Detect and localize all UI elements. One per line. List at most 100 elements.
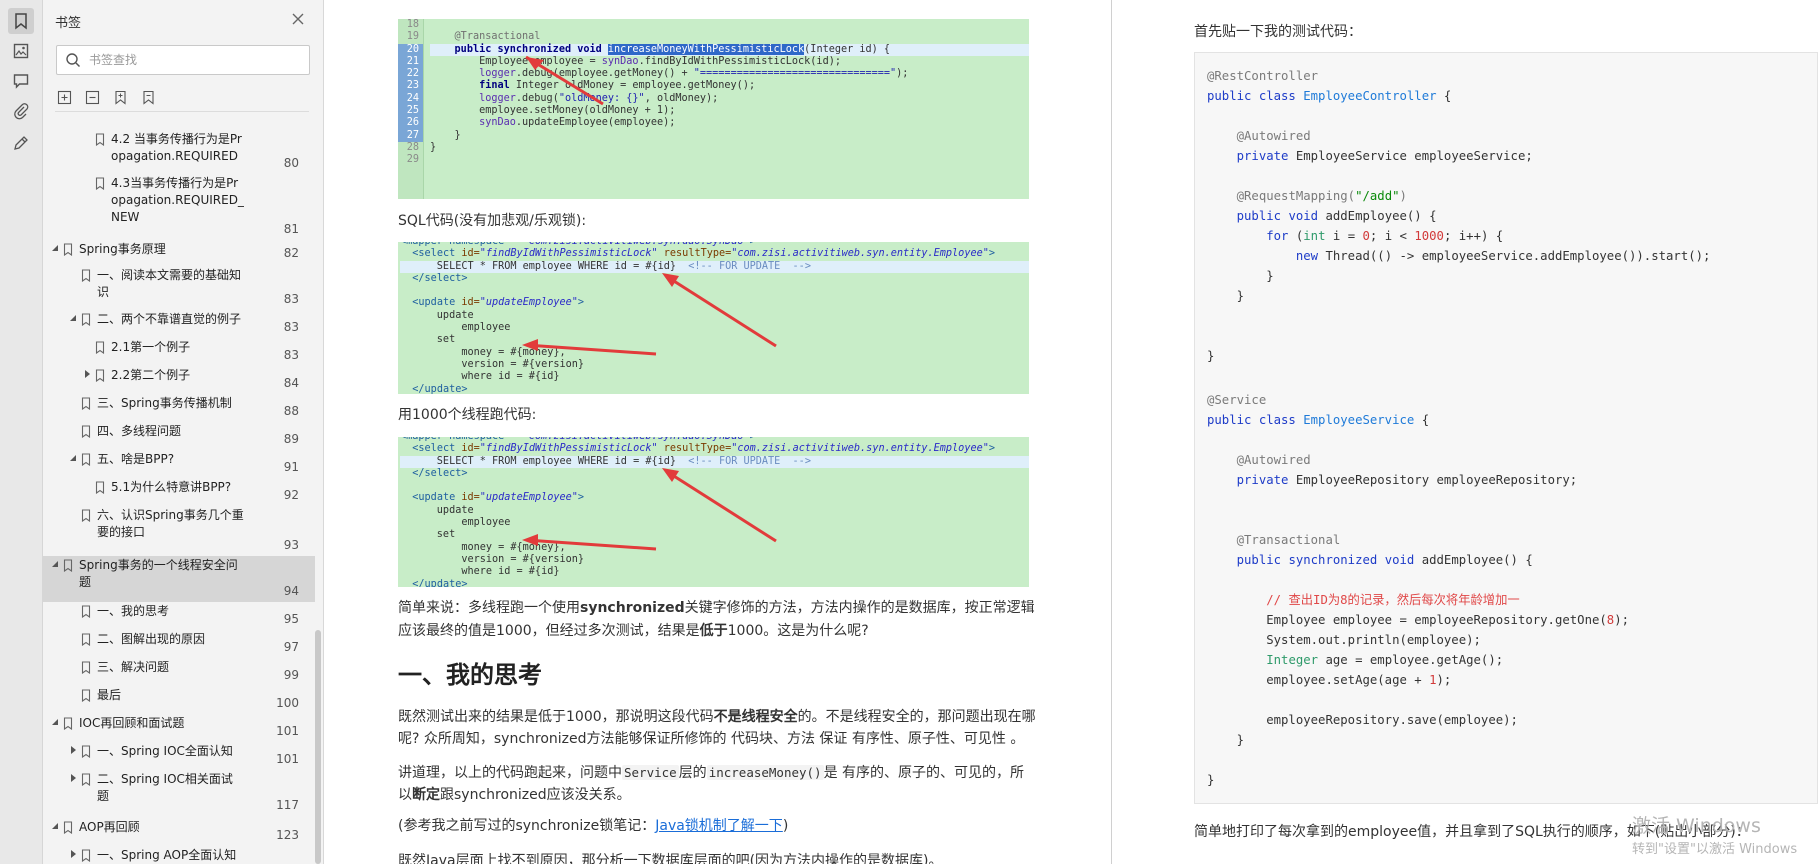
bookmark-icon xyxy=(63,559,73,572)
expand-arrow-icon[interactable] xyxy=(51,718,59,726)
expand-arrow-icon[interactable] xyxy=(69,314,77,322)
bookmark-item-label: Spring事务的一个线程安全问 题 xyxy=(79,558,238,589)
bookmark-item[interactable]: Spring事务原理 82 xyxy=(43,240,315,264)
bookmark-item[interactable]: 三、解决问题 99 xyxy=(43,658,315,686)
bookmark-panel: 书签 4.2 当事务传播行为是Pr opagation.REQUIRED804.… xyxy=(43,0,324,864)
paragraph-reference: (参考我之前写过的synchronize锁笔记：Java锁机制了解一下) xyxy=(398,818,789,834)
bookmark-item[interactable]: Spring事务的一个线程安全问 题 94 xyxy=(43,556,315,602)
attachments-panel-button[interactable] xyxy=(8,98,34,124)
bookmark-item[interactable]: 4.2 当事务传播行为是Pr opagation.REQUIRED 80 xyxy=(43,130,315,174)
bookmark-item-label: 2.1第一个例子 xyxy=(111,340,191,354)
java-lock-link[interactable]: Java锁机制了解一下 xyxy=(655,818,783,834)
bookmark-icon xyxy=(81,269,91,282)
bookmark-panel-title: 书签 xyxy=(55,16,82,31)
bookmark-item-page: 95 xyxy=(283,612,299,626)
bookmark-item[interactable]: 一、Spring IOC全面认知 101 xyxy=(43,742,315,770)
bookmark-item-page: 83 xyxy=(283,292,299,306)
thumbnail-icon xyxy=(13,43,29,59)
bookmark-panel-button[interactable] xyxy=(8,8,34,34)
bookmark-item[interactable]: 最后 100 xyxy=(43,686,315,714)
paragraph-thinking-line2: 呢? 众所周知，synchronized方法能够保证所修饰的 代码块、方法 保证… xyxy=(398,731,1025,747)
bookmark-item[interactable]: 4.3当事务传播行为是Pr opagation.REQUIRED_ NEW 81 xyxy=(43,174,315,240)
bookmark-item[interactable]: AOP再回顾 123 xyxy=(43,818,315,846)
paragraph-summary: 简单来说：多线程跑一个使用synchronized关键字修饰的方法，方法内操作的… xyxy=(398,600,1035,616)
comment-icon xyxy=(13,74,29,89)
collapse-all-button[interactable] xyxy=(83,88,101,106)
bookmark-item[interactable]: 二、Spring IOC相关面试 题 117 xyxy=(43,770,315,816)
bookmark-item-page: 89 xyxy=(283,432,299,446)
bookmark-item-page: 91 xyxy=(283,460,299,474)
bookmark-icon xyxy=(81,849,91,862)
expand-arrow-icon[interactable] xyxy=(51,822,59,830)
bookmark-item-label: 四、多线程问题 xyxy=(97,424,182,438)
section-heading: 一、我的思考 xyxy=(398,661,542,689)
bookmark-item-page: 88 xyxy=(283,404,299,418)
bookmark-item[interactable]: IOC再回顾和面试题 101 xyxy=(43,714,315,742)
thumbnail-panel-button[interactable] xyxy=(8,38,34,64)
bookmark-item[interactable]: 2.1第一个例子 83 xyxy=(43,338,315,366)
signature-panel-button[interactable] xyxy=(8,130,34,156)
bookmark-icon xyxy=(81,509,91,522)
bookmark-item[interactable]: 2.2第二个例子 84 xyxy=(43,366,315,394)
bookmark-item[interactable]: 六、认识Spring事务几个重 要的接口 93 xyxy=(43,506,315,556)
bookmark-item[interactable]: 四、多线程问题 89 xyxy=(43,422,315,450)
bookmark-item-label: 三、Spring事务传播机制 xyxy=(97,396,232,410)
bookmark-item-page: 81 xyxy=(283,222,299,236)
add-bookmark-button[interactable] xyxy=(111,88,129,106)
red-arrow xyxy=(522,273,777,356)
bookmark-item[interactable]: 二、图解出现的原因 97 xyxy=(43,630,315,658)
comments-panel-button[interactable] xyxy=(8,68,34,94)
bookmark-icon xyxy=(15,13,27,30)
expand-arrow-icon[interactable] xyxy=(51,244,59,252)
bookmark-icon xyxy=(63,243,73,256)
add-bookmark-icon xyxy=(114,90,126,105)
bookmark-item-label: 三、解决问题 xyxy=(97,660,170,674)
collapse-all-icon xyxy=(85,90,99,104)
bookmark-icon xyxy=(95,177,105,190)
bookmark-item-page: 97 xyxy=(283,640,299,654)
expand-arrow-icon[interactable] xyxy=(51,560,59,568)
bookmark-icon xyxy=(81,689,91,702)
bookmark-item-label: Spring事务原理 xyxy=(79,242,166,256)
collapsed-arrow-icon[interactable] xyxy=(69,746,77,754)
bookmark-item-page: 117 xyxy=(276,798,299,812)
bookmark-item[interactable]: 一、Spring AOP全面认知 xyxy=(43,846,315,864)
bookmark-icon xyxy=(81,605,91,618)
bookmark-item-page: 100 xyxy=(276,696,299,710)
bookmark-item-label: 2.2第二个例子 xyxy=(111,368,191,382)
bookmark-item-label: IOC再回顾和面试题 xyxy=(79,716,185,730)
bookmark-item-page: 83 xyxy=(283,320,299,334)
sql-mapper-screenshot-2: <mapper namespace = "com.zisi.activitiwe… xyxy=(398,437,1029,587)
collapsed-arrow-icon[interactable] xyxy=(69,850,77,858)
bookmark-item[interactable]: 一、我的思考 95 xyxy=(43,602,315,630)
bookmark-icon xyxy=(81,661,91,674)
collapsed-arrow-icon[interactable] xyxy=(69,774,77,782)
bookmark-scrollbar[interactable] xyxy=(315,630,321,864)
expand-all-button[interactable] xyxy=(55,88,73,106)
expand-arrow-icon[interactable] xyxy=(69,454,77,462)
paragraph-reasoning: 讲道理，以上的代码跑起来，问题中 Service 层的 increaseMoney()… xyxy=(398,765,1025,781)
bookmark-icon xyxy=(81,633,91,646)
bookmark-item[interactable]: 5.1为什么特意讲BPP? 92 xyxy=(43,478,315,506)
bookmark-icon xyxy=(63,821,73,834)
bookmark-search-box[interactable] xyxy=(56,45,310,75)
bookmark-icon xyxy=(63,717,73,730)
bookmark-item-page: 99 xyxy=(283,668,299,682)
red-arrow xyxy=(522,468,777,551)
bookmark-item-label: 一、阅读本文需要的基础知 识 xyxy=(97,268,242,299)
bookmark-item-page: 101 xyxy=(276,752,299,766)
bookmark-item[interactable]: 五、啥是BPP? 91 xyxy=(43,450,315,478)
delete-bookmark-button[interactable] xyxy=(139,88,157,106)
bookmark-item-page: 92 xyxy=(283,488,299,502)
collapsed-arrow-icon[interactable] xyxy=(83,370,91,378)
bookmark-item[interactable]: 二、两个不靠谱直觉的例子 83 xyxy=(43,310,315,338)
bookmark-item[interactable]: 三、Spring事务传播机制 88 xyxy=(43,394,315,422)
bookmark-item[interactable]: 一、阅读本文需要的基础知 识 83 xyxy=(43,266,315,310)
bookmark-item-label: 五、啥是BPP? xyxy=(97,452,175,466)
close-icon[interactable] xyxy=(289,10,307,28)
bookmark-search-input[interactable] xyxy=(89,53,299,67)
bookmark-icon xyxy=(81,425,91,438)
bookmark-item-label: 二、Spring IOC相关面试 题 xyxy=(97,772,233,803)
bookmark-icon xyxy=(95,341,105,354)
sql-caption: SQL代码(没有加悲观/乐观锁): xyxy=(398,213,587,229)
